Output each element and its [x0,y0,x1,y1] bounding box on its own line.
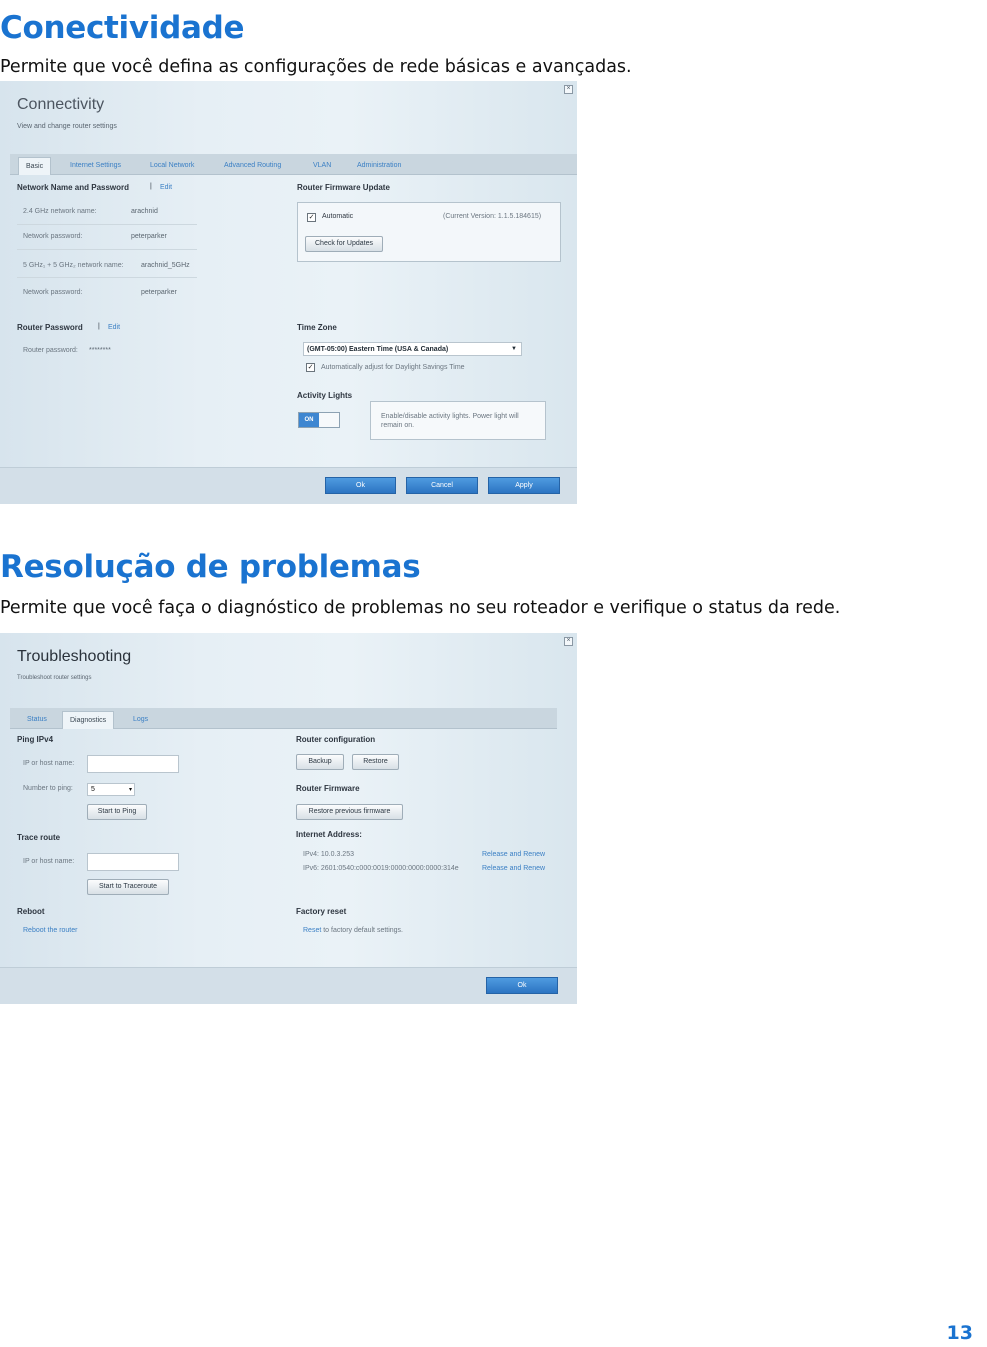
wifi5-name-value: arachnid_5GHz [141,262,190,269]
tab-bar: Status Diagnostics Logs [10,708,557,729]
time-zone-heading: Time Zone [297,323,337,332]
ping-count-select[interactable]: 5 ▾ [87,783,135,796]
factory-reset-suffix: to factory default settings. [321,927,404,934]
close-icon[interactable]: × [564,85,573,94]
restore-previous-firmware-button[interactable]: Restore previous firmware [296,804,403,820]
trace-host-input[interactable] [87,853,179,871]
toggle-on-label: ON [299,413,319,427]
divider [17,249,197,250]
divider [17,277,197,278]
release-renew-ipv6-link[interactable]: Release and Renew [482,865,545,872]
automatic-label: Automatic [322,213,354,220]
firmware-update-heading: Router Firmware Update [297,183,390,192]
router-configuration-heading: Router configuration [296,735,376,744]
connectivity-heading: Conectividade [0,10,245,46]
ping-heading: Ping IPv4 [17,735,54,744]
panel-title: Troubleshooting [17,648,132,665]
separator: | [98,323,100,330]
ipv4-address: IPv4: 10.0.3.253 [303,851,354,858]
ping-count-label: Number to ping: [23,785,73,792]
dst-checkbox[interactable]: ✓ [306,363,315,372]
divider [17,224,197,225]
reboot-heading: Reboot [17,907,45,916]
release-renew-ipv4-link[interactable]: Release and Renew [482,851,545,858]
firmware-update-box: ✓ Automatic (Current Version: 1.1.5.1846… [297,202,561,262]
edit-router-password-link[interactable]: Edit [108,324,120,331]
apply-button[interactable]: Apply [488,477,560,494]
start-to-traceroute-button[interactable]: Start to Traceroute [87,879,169,895]
ok-button[interactable]: Ok [486,977,558,994]
tab-internet-settings[interactable]: Internet Settings [63,157,128,174]
factory-reset-heading: Factory reset [296,907,347,916]
network-name-heading: Network Name and Password [17,183,130,192]
trace-host-label: IP or host name: [23,858,75,865]
activity-lights-info: Enable/disable activity lights. Power li… [381,413,519,429]
panel-footer: Ok [0,967,577,1004]
router-password-heading: Router Password [17,323,83,332]
tab-local-network[interactable]: Local Network [143,157,201,174]
activity-lights-info-box: Enable/disable activity lights. Power li… [370,401,546,440]
troubleshooting-description: Permite que você faça o diagnóstico de p… [0,598,841,618]
wifi5-name-label: 5 GHz₁ + 5 GHz₂ network name: [23,262,124,269]
wifi24-password-value: peterparker [131,233,167,240]
tab-bar: Basic Internet Settings Local Network Ad… [10,154,577,175]
tab-diagnostics[interactable]: Diagnostics [62,711,115,729]
dst-label: Automatically adjust for Daylight Saving… [321,364,465,371]
page-number: 13 [946,1322,973,1344]
time-zone-selected: (GMT-05:00) Eastern Time (USA & Canada) [307,346,449,353]
reset-link[interactable]: Reset [303,927,321,934]
backup-button[interactable]: Backup [296,754,344,770]
wifi5-password-value: peterparker [141,289,177,296]
cancel-button[interactable]: Cancel [406,477,478,494]
panel-subtitle: View and change router settings [17,123,117,130]
reboot-router-link[interactable]: Reboot the router [23,927,77,934]
current-version: (Current Version: 1.1.5.184615) [443,213,542,220]
chevron-down-icon: ▼ [511,346,517,352]
time-zone-select[interactable]: (GMT-05:00) Eastern Time (USA & Canada) … [303,342,522,356]
activity-lights-heading: Activity Lights [297,391,353,400]
connectivity-description: Permite que você defina as configurações… [0,57,632,77]
factory-reset-text: Reset to factory default settings. [303,927,403,934]
ipv6-address: IPv6: 2601:0540:c000:0019:0000:0000:0000… [303,865,459,872]
tab-status[interactable]: Status [20,711,54,728]
start-to-ping-button[interactable]: Start to Ping [87,804,147,820]
separator: | [150,183,152,190]
troubleshooting-screenshot: × Troubleshooting Troubleshoot router se… [0,633,577,1004]
internet-address-heading: Internet Address: [296,830,362,839]
activity-lights-toggle[interactable]: ON [298,412,340,428]
router-password-label: Router password: [23,347,78,354]
ping-count-value: 5 [91,786,95,793]
automatic-checkbox[interactable]: ✓ [307,213,316,222]
ping-host-label: IP or host name: [23,760,75,767]
tab-vlan[interactable]: VLAN [306,157,338,174]
restore-button[interactable]: Restore [352,754,399,770]
tab-basic[interactable]: Basic [18,157,52,175]
chevron-down-icon: ▾ [128,787,132,793]
troubleshooting-heading: Resolução de problemas [0,549,421,585]
panel-footer: Ok Cancel Apply [0,467,577,504]
trace-route-heading: Trace route [17,833,61,842]
router-firmware-heading: Router Firmware [296,784,360,793]
panel-subtitle: Troubleshoot router settings [17,675,92,681]
wifi24-name-value: arachnid [131,208,158,215]
edit-network-link[interactable]: Edit [160,184,172,191]
wifi5-password-label: Network password: [23,289,83,296]
ok-button[interactable]: Ok [325,477,396,494]
wifi24-name-label: 2.4 GHz network name: [23,208,97,215]
router-password-value: ******** [89,347,111,354]
check-for-updates-button[interactable]: Check for Updates [305,236,383,252]
close-icon[interactable]: × [564,637,573,646]
ping-host-input[interactable] [87,755,179,773]
tab-advanced-routing[interactable]: Advanced Routing [217,157,288,174]
connectivity-screenshot: × Connectivity View and change router se… [0,81,577,504]
tab-logs[interactable]: Logs [126,711,155,728]
wifi24-password-label: Network password: [23,233,83,240]
panel-title: Connectivity [17,96,105,113]
tab-administration[interactable]: Administration [350,157,408,174]
